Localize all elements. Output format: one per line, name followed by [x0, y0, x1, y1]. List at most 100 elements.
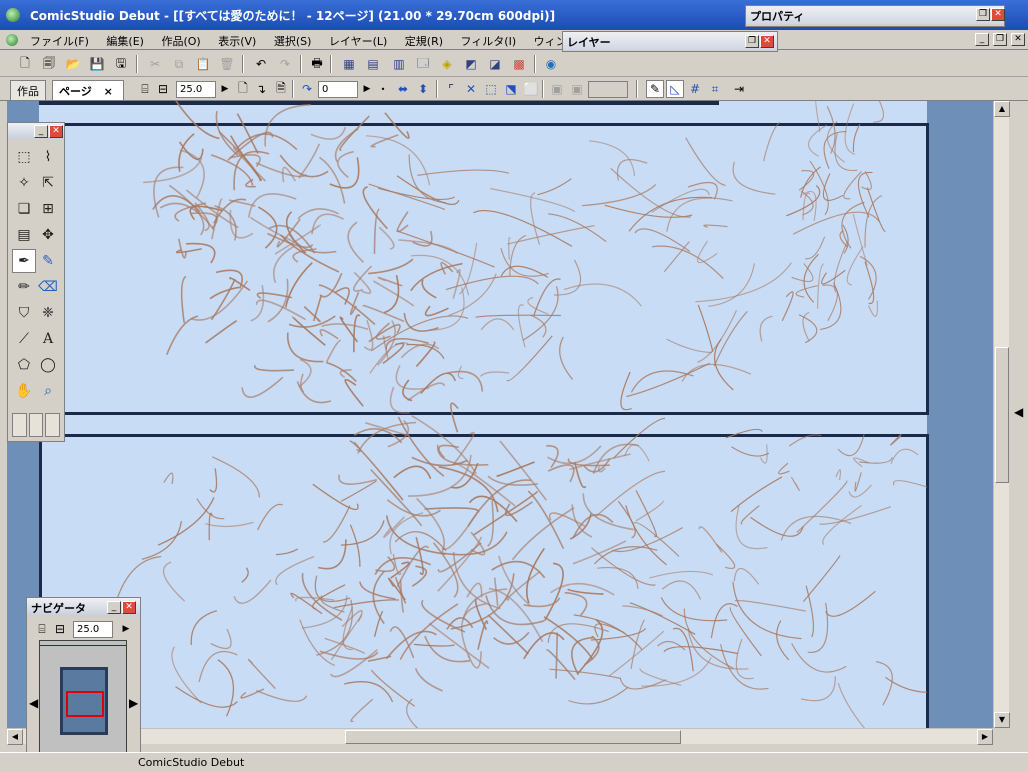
render-icon[interactable]: ◉: [542, 55, 560, 73]
vertical-scrollbar[interactable]: ▲ ▼: [993, 101, 1010, 728]
navigator-minimize-button[interactable]: _: [107, 601, 121, 614]
zoom-field[interactable]: 25.0: [176, 81, 216, 98]
tool-close-button[interactable]: ✕: [49, 125, 63, 138]
lasso-icon[interactable]: ⌇: [36, 145, 60, 169]
print-icon[interactable]: 🖶: [308, 55, 326, 73]
dock-expand-icon[interactable]: ◀: [1014, 405, 1023, 419]
rotate-field[interactable]: 0: [318, 81, 358, 98]
crop-mark-icon[interactable]: ⌜: [442, 80, 460, 98]
menu-select[interactable]: 選択(S): [274, 35, 312, 48]
fill-icon[interactable]: ⛉: [12, 301, 36, 325]
property-icon[interactable]: ◩: [462, 55, 480, 73]
rotate-reset-icon[interactable]: •: [374, 80, 392, 98]
tool-slot[interactable]: [45, 413, 61, 437]
horizontal-scrollbar[interactable]: ◀ ▶: [7, 728, 993, 745]
tool-minimize-button[interactable]: _: [34, 125, 48, 138]
pencil-icon[interactable]: ✏: [12, 275, 36, 299]
menu-edit[interactable]: 編集(E): [106, 35, 144, 48]
horizontal-scroll-thumb[interactable]: [345, 730, 681, 744]
layer-close-button[interactable]: ✕: [760, 35, 774, 48]
zoom-dropdown-icon[interactable]: ▶: [216, 80, 234, 98]
menu-view[interactable]: 表示(V): [218, 35, 256, 48]
tool-slot[interactable]: [28, 413, 44, 437]
paste-icon[interactable]: 📋: [194, 55, 212, 73]
cut-icon[interactable]: ✂: [146, 55, 164, 73]
scroll-down-button[interactable]: ▼: [994, 712, 1010, 728]
object-select-icon[interactable]: ⇱: [36, 171, 60, 195]
pen-pressure-icon[interactable]: ✎: [646, 80, 664, 98]
menu-work[interactable]: 作品(O): [161, 35, 200, 48]
scroll-up-button[interactable]: ▲: [994, 101, 1010, 117]
nav-next-icon[interactable]: ▶: [129, 696, 138, 710]
line-icon[interactable]: ⟋: [12, 327, 36, 351]
vertical-scroll-thumb[interactable]: [995, 347, 1009, 483]
navigator-zoom-field[interactable]: 25.0: [73, 621, 113, 638]
save-icon[interactable]: 💾: [88, 55, 106, 73]
flip-vertical-icon[interactable]: ⬍: [414, 80, 432, 98]
canvas-area[interactable]: [7, 101, 993, 728]
navigator-icon[interactable]: ◪: [486, 55, 504, 73]
disabled-option-icon[interactable]: ▣: [568, 80, 586, 98]
grid-snap-icon[interactable]: ⌗: [706, 80, 724, 98]
scroll-right-button[interactable]: ▶: [977, 729, 993, 745]
color-icon[interactable]: ▩: [510, 55, 528, 73]
rotate-right-icon[interactable]: ↴: [252, 80, 270, 98]
menu-layer[interactable]: レイヤー(L): [329, 35, 387, 48]
doc-restore-button[interactable]: ❐: [993, 33, 1007, 46]
selection-view-icon[interactable]: ⬜: [522, 80, 540, 98]
polygon-icon[interactable]: ⬠: [12, 353, 36, 377]
doc-minimize-button[interactable]: _: [975, 33, 989, 46]
doc-close-button[interactable]: ✕: [1011, 33, 1025, 46]
magic-wand-icon[interactable]: ✧: [12, 171, 36, 195]
window-icon[interactable]: 🗔: [414, 55, 432, 73]
hand-icon[interactable]: ✋: [12, 379, 36, 403]
nav-fit-icon[interactable]: ⌸: [33, 620, 51, 638]
properties-close-button[interactable]: ✕: [991, 8, 1005, 21]
nav-actual-icon[interactable]: ⊟: [51, 620, 69, 638]
tab-close-icon[interactable]: ×: [104, 85, 113, 98]
flip-icon[interactable]: 🗎: [272, 80, 290, 98]
text-icon[interactable]: A: [36, 327, 60, 351]
flip-horizontal-icon[interactable]: ⬌: [394, 80, 412, 98]
layer-select-icon[interactable]: ❏: [12, 197, 36, 221]
navigator-preview[interactable]: [39, 640, 127, 768]
redo-icon[interactable]: ↷: [276, 55, 294, 73]
pen-icon[interactable]: ✒: [12, 249, 36, 273]
grid-icon[interactable]: #: [686, 80, 704, 98]
menu-ruler[interactable]: 定規(R): [405, 35, 443, 48]
clear-icon[interactable]: 🗑: [218, 55, 236, 73]
copy-icon[interactable]: ⧉: [170, 55, 188, 73]
navigator-view-frame[interactable]: [66, 691, 104, 717]
actual-size-icon[interactable]: ⊟: [154, 80, 172, 98]
menu-file[interactable]: ファイル(F): [30, 35, 89, 48]
ruler-icon[interactable]: ▤: [12, 223, 36, 247]
rotate-icon[interactable]: ↷: [298, 80, 316, 98]
tab-work[interactable]: 作品: [10, 80, 46, 100]
material-icon[interactable]: ◈: [438, 55, 456, 73]
airbrush-icon[interactable]: ❈: [36, 301, 60, 325]
expand-icon[interactable]: ✕: [462, 80, 480, 98]
manga-page[interactable]: [39, 101, 929, 728]
zoom-icon[interactable]: ⌕: [36, 379, 60, 403]
marquee-icon[interactable]: ⬚: [12, 145, 36, 169]
layer-move-icon[interactable]: ⊞: [36, 197, 60, 221]
document-icon[interactable]: [6, 34, 18, 46]
ellipse-icon[interactable]: ◯: [36, 353, 60, 377]
disabled-option-icon[interactable]: ▣: [548, 80, 566, 98]
properties-minimize-button[interactable]: ❐: [976, 8, 990, 21]
marker-icon[interactable]: ✎: [36, 249, 60, 273]
rotate-left-icon[interactable]: 🗋: [234, 80, 252, 98]
guide-icon[interactable]: ⬔: [502, 80, 520, 98]
more-options-icon[interactable]: ⇥: [730, 80, 748, 98]
move-icon[interactable]: ✥: [36, 223, 60, 247]
tab-page[interactable]: ページ ×: [52, 80, 124, 100]
layer-view-icon[interactable]: ▦: [340, 55, 358, 73]
page-view-icon[interactable]: ▤: [364, 55, 382, 73]
new-work-icon[interactable]: 🗐: [40, 55, 58, 73]
ruler-snap-icon[interactable]: ◺: [666, 80, 684, 98]
navigator-close-button[interactable]: ✕: [122, 601, 136, 614]
nav-prev-icon[interactable]: ◀: [29, 696, 38, 710]
panel-icon[interactable]: ▥: [390, 55, 408, 73]
nav-zoom-dropdown-icon[interactable]: ▶: [117, 620, 135, 638]
tool-slot[interactable]: [12, 413, 27, 437]
